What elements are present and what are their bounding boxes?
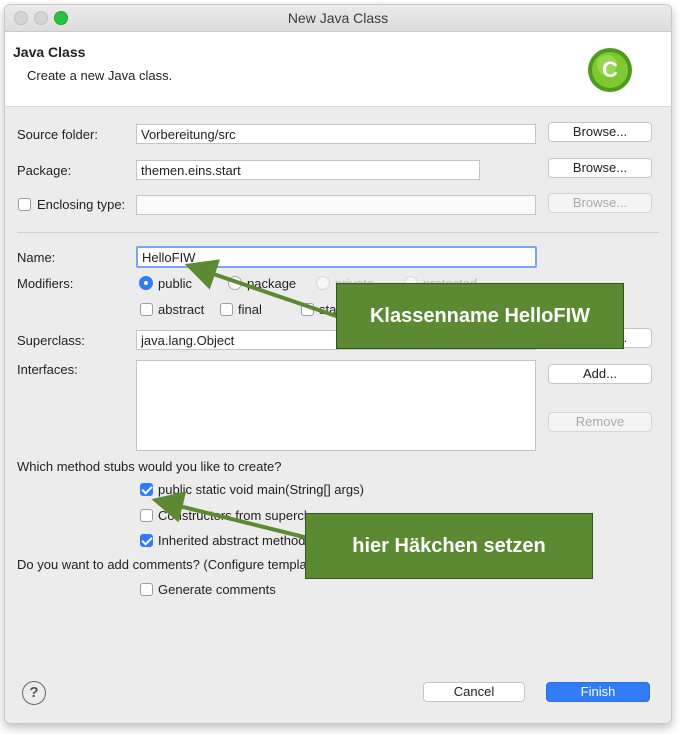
callout-class-name: Klassenname HelloFIW (336, 283, 624, 349)
callout-arrow-name (184, 259, 343, 320)
callout-arrow-stubs (151, 491, 309, 540)
annotation-arrows (151, 259, 343, 540)
callout-checkbox-hint: hier Häkchen setzen (305, 513, 593, 579)
